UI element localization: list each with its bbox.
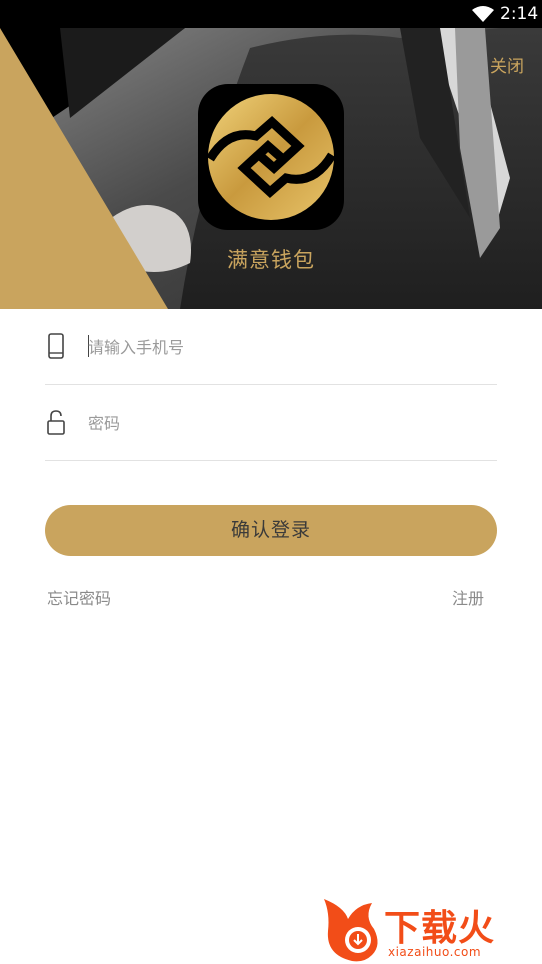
phone-field-row — [45, 310, 497, 385]
phone-icon — [48, 333, 64, 359]
wifi-icon — [472, 6, 494, 22]
wallet-logo-icon — [206, 94, 336, 220]
register-link[interactable]: 注册 — [452, 585, 484, 609]
app-logo — [198, 84, 344, 230]
hero-banner: 关闭 满意钱包 — [0, 28, 542, 309]
watermark-url: xiazaihuo.com — [388, 945, 482, 959]
phone-input[interactable] — [88, 332, 488, 362]
app-name: 满意钱包 — [227, 248, 315, 272]
status-bar: 2:14 — [0, 0, 542, 28]
watermark-text: 下载火 — [384, 908, 496, 949]
close-button[interactable]: 关闭 — [490, 52, 524, 77]
unlock-icon — [47, 410, 65, 435]
flame-logo-icon — [324, 899, 378, 962]
password-input[interactable] — [88, 408, 488, 438]
status-time: 2:14 — [500, 4, 539, 24]
watermark: 下载火 xiazaihuo.com — [322, 895, 542, 964]
forgot-password-link[interactable]: 忘记密码 — [47, 585, 111, 609]
password-field-row — [45, 386, 497, 461]
login-button[interactable]: 确认登录 — [45, 505, 497, 556]
